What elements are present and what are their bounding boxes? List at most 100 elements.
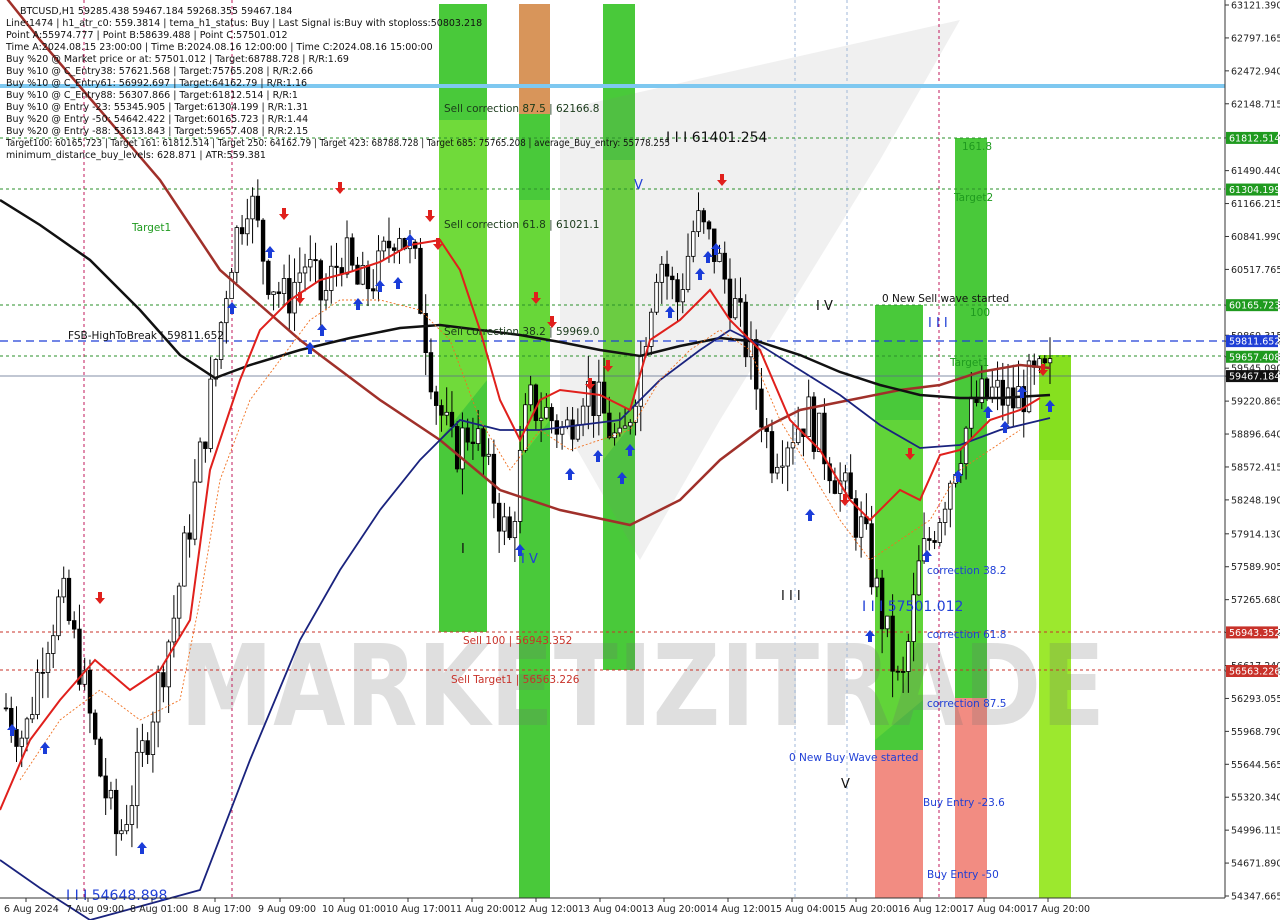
candle-body [3,707,9,710]
info-line-2: Point A:55974.777 | Point B:58639.488 | … [6,30,288,41]
candle-body [72,620,77,630]
price-tag-label: 59657.408 [1229,352,1280,363]
candle-body [454,426,460,470]
candle-body [507,516,512,539]
ann-sell-100: Sell 100 | 56943.352 [463,635,572,647]
candle-body [334,265,339,268]
y-tick-label: 54996.115 [1231,826,1280,837]
x-tick-label: 13 Aug 04:00 [578,904,642,915]
info-line-8: Buy %10 @ Entry -23: 55345.905 | Target:… [6,102,308,113]
candle-body [633,405,638,423]
candle-body [56,596,61,637]
candle-body [885,615,890,630]
candle-body [481,428,486,457]
candle-body [549,407,554,422]
candle-body [161,672,166,688]
candle-body [785,447,790,467]
price-tag-label: 56563.226 [1229,667,1280,678]
info-line-12: minimum_distance_buy_levels: 628.871 | A… [6,150,266,161]
ann-sell-corr-618: Sell correction 61.8 | 61021.1 [444,219,599,231]
ann-sell-corr-875: Sell correction 87.5 | 62166.8 [444,103,599,115]
candle-body [942,508,948,523]
y-tick-label: 55968.790 [1231,727,1280,738]
y-tick-label: 55644.565 [1231,760,1280,771]
candle-body [969,396,974,429]
candle-body [717,252,722,262]
y-tick-label: 60841.990 [1231,232,1280,243]
candle-body [449,411,455,427]
candle-body [617,427,623,434]
candle-body [628,421,633,427]
candle-body [203,441,208,449]
candle-body [948,482,953,510]
ann-wave-iv-black: I V [816,299,833,314]
candle-body [932,540,937,543]
candle-body [92,712,98,740]
price-tag-label: 59467.184 [1229,372,1280,383]
candle-body [45,653,51,673]
candle-body [696,210,701,233]
candle-body [759,388,764,428]
x-tick-label: 15 Aug 20:00 [834,904,898,915]
y-tick-label: 58572.415 [1231,462,1280,473]
candle-body [675,279,680,303]
candle-body [622,425,628,429]
candle-body [234,227,240,273]
ann-wave-v-blue: V [634,178,643,193]
price-tag-label: 61812.514 [1229,133,1280,144]
ann-sell-target1: Sell Target1 | 56563.226 [451,674,580,686]
candle-body [486,453,491,457]
candle-body [580,405,586,426]
candle-body [171,617,177,643]
candle-body [302,266,308,274]
candle-body [460,427,465,470]
candle-body [371,288,376,292]
x-tick-label: 12 Aug 12:00 [514,904,578,915]
candle-body [774,466,780,474]
candle-body [381,240,386,252]
candle-body [255,195,261,221]
candle-body [544,407,549,419]
y-tick-label: 62472.940 [1231,66,1280,77]
ann-sell-corr-382: Sell correction 38.2 | 59969.0 [444,326,599,338]
candle-body [140,740,145,753]
price-chart: MARKETIZITRADE Sell correction 87.5 | 62… [0,0,1280,920]
y-tick-label: 55320.340 [1231,793,1280,804]
candle-body [806,396,811,437]
candle-body [187,532,192,540]
candle-body [790,442,796,449]
candle-body [397,238,402,251]
y-tick-label: 62148.715 [1231,99,1280,110]
candle-body [701,210,706,223]
y-tick-label: 58248.190 [1231,495,1280,506]
candle-body [192,481,198,540]
ann-new-buy-wave: 0 New Buy Wave started [789,752,918,764]
candle-body [30,714,35,720]
x-tick-label: 17 Aug 04:00 [962,904,1026,915]
x-tick-label: 13 Aug 20:00 [642,904,706,915]
y-tick-label: 61490.440 [1231,166,1280,177]
candle-body [150,721,156,755]
ann-corr-382: correction 38.2 [927,565,1006,577]
candle-body [392,247,397,251]
candle-body [66,577,72,621]
candle-body [229,271,234,300]
ann-new-sell-wave: 0 New Sell wave started [882,293,1009,305]
candle-body [1042,358,1047,364]
candle-body [874,577,880,588]
x-tick-label: 8 Aug 01:00 [130,904,188,915]
candle-body [239,227,245,235]
candle-body [98,738,103,777]
candle-body [182,532,187,587]
y-tick-label: 57265.680 [1231,595,1280,606]
candle-body [895,670,901,673]
candle-body [858,516,864,538]
x-tick-label: 10 Aug 17:00 [386,904,450,915]
ann-target1-right: Target1 [949,357,989,369]
candle-body [197,441,203,483]
candle-body [245,218,250,235]
candle-body [129,805,135,825]
info-line-10: Buy %20 @ Entry -88: 53613.843 | Target:… [6,126,308,137]
candle-body [287,278,292,314]
candle-body [119,830,124,835]
